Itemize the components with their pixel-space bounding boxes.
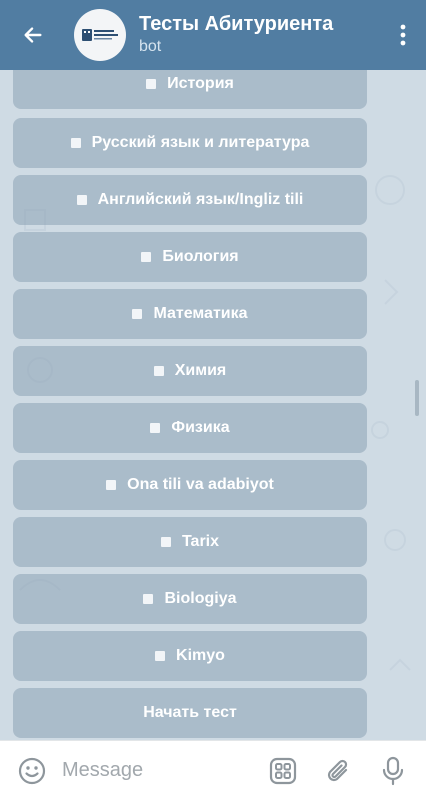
square-bullet-icon [146,79,157,89]
message-input[interactable] [62,750,252,791]
square-bullet-icon [150,423,161,433]
keyboard-button-ona-tili[interactable]: Ona tili va adabiyot [13,460,367,510]
square-bullet-icon [153,366,164,376]
arrow-left-icon [24,27,42,43]
back-button[interactable] [0,0,66,70]
keyboard-button-label: Tarix [181,533,220,550]
keyboard-button-label: История [167,75,234,92]
bot-keyboard-button[interactable] [268,757,298,785]
keyboard-button-chemistry-ru[interactable]: Химия [13,346,367,396]
keyboard-button-english[interactable]: Английский язык/Ingliz tili [13,175,367,225]
avatar[interactable] [74,9,126,61]
message-input-bar [0,740,426,800]
keyboard-button-label: Физика [171,419,230,436]
square-bullet-icon [106,480,117,490]
square-bullet-icon [160,537,171,547]
paperclip-icon [327,759,348,781]
keyboard-button-kimyo[interactable]: Kimyo [13,631,367,681]
emoji-button[interactable] [16,757,48,785]
keyboard-button-label: Biologiya [164,590,237,607]
keyboard-button-label: Ona tili va adabiyot [127,476,274,493]
keyboard-button-label: Русский язык и литература [91,134,310,151]
keyboard-button-start-test[interactable]: Начать тест [13,688,367,738]
emoji-icon [18,757,46,784]
chat-title-block[interactable]: Тесты Абитуриента bot [139,12,380,58]
square-bullet-icon [76,195,87,205]
square-bullet-icon [143,594,154,604]
keyboard-button-label: Английский язык/Ingliz tili [97,191,304,208]
more-vertical-icon [400,24,406,46]
keyboard-button-biology-ru[interactable]: Биология [13,232,367,282]
keyboard-button-label: Начать тест [143,704,237,721]
square-bullet-icon [141,252,152,262]
chat-title: Тесты Абитуриента [139,13,334,35]
square-bullet-icon [132,309,143,319]
keyboard-button-biologiya[interactable]: Biologiya [13,574,367,624]
keyboard-button-russian[interactable]: Русский язык и литература [13,118,367,168]
keyboard-button-istoriya[interactable]: История [13,70,367,109]
chat-subtitle: bot [139,38,162,55]
chat-header: Тесты Абитуриента bot [0,0,426,70]
attach-button[interactable] [323,757,353,785]
bot-keyboard-icon [269,757,297,784]
more-options-button[interactable] [380,0,426,70]
bot-logo-icon [82,29,118,41]
keyboard-button-label: Kimyo [176,647,225,664]
square-bullet-icon [155,651,166,661]
chat-area: История Русский язык и литература Англий… [0,70,426,740]
keyboard-button-tarix[interactable]: Tarix [13,517,367,567]
microphone-button[interactable] [380,756,406,786]
square-bullet-icon [70,138,81,148]
keyboard-button-label: Математика [153,305,248,322]
keyboard-button-label: Биология [162,248,239,265]
microphone-icon [382,756,404,785]
keyboard-button-math[interactable]: Математика [13,289,367,339]
keyboard-button-label: Химия [174,362,227,379]
scrollbar[interactable] [415,380,419,416]
keyboard-button-physics[interactable]: Физика [13,403,367,453]
